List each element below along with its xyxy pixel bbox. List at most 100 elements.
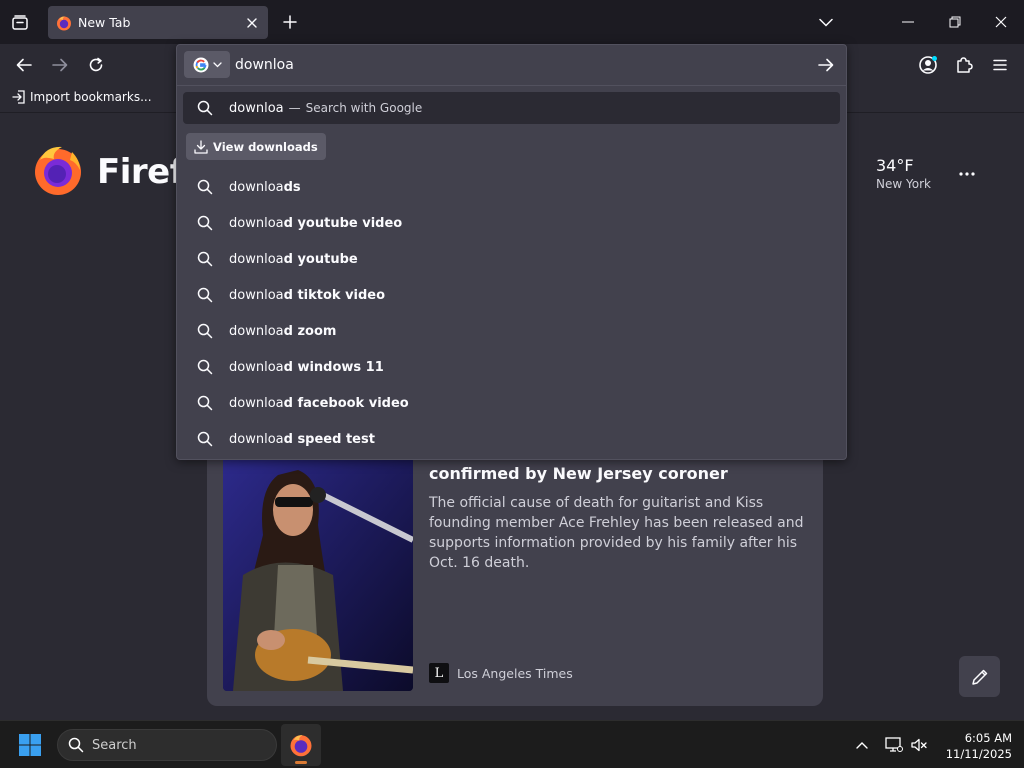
taskbar-search-box[interactable]: Search xyxy=(57,729,277,761)
minimize-button[interactable] xyxy=(888,8,928,36)
firefox-icon xyxy=(57,15,71,30)
suggestion-typed: downloa xyxy=(229,287,284,303)
weather-menu-button[interactable] xyxy=(954,164,980,184)
search-icon xyxy=(197,251,213,267)
suggestion-row[interactable]: downloa d youtube xyxy=(183,243,840,275)
search-icon xyxy=(197,215,213,231)
windows-taskbar: Search 6:05 AM 11/11/2025 xyxy=(0,720,1024,768)
chevron-down-icon xyxy=(819,18,833,27)
suggestion-row[interactable]: downloa d facebook video xyxy=(183,387,840,419)
list-all-tabs-button[interactable] xyxy=(812,10,840,34)
extensions-button[interactable] xyxy=(950,51,978,79)
firefox-view-button[interactable] xyxy=(6,9,34,37)
story-source: L Los Angeles Times xyxy=(429,663,573,683)
weather-temperature[interactable]: 34°F xyxy=(876,156,914,175)
search-icon xyxy=(197,179,213,195)
story-source-name: Los Angeles Times xyxy=(457,665,573,681)
arrow-left-icon xyxy=(16,58,32,72)
story-excerpt: The official cause of death for guitaris… xyxy=(429,495,804,571)
account-icon xyxy=(919,56,937,74)
volume-muted-icon xyxy=(911,738,927,752)
search-icon xyxy=(197,359,213,375)
urlbar-popup: downloa — Search with Google View downlo… xyxy=(176,44,847,460)
windows-start-icon[interactable] xyxy=(18,733,42,757)
pencil-icon xyxy=(971,669,987,685)
suggestion-typed: downloa xyxy=(229,359,284,375)
arrow-right-icon xyxy=(52,58,68,72)
import-bookmarks-button[interactable]: Import bookmarks... xyxy=(12,90,152,104)
firefox-logo-icon xyxy=(35,146,81,195)
import-icon xyxy=(12,90,25,104)
plus-icon xyxy=(283,15,297,29)
reload-button[interactable] xyxy=(82,51,110,79)
suggestion-completion: d windows 11 xyxy=(283,359,384,375)
network-tray-button[interactable] xyxy=(883,734,905,756)
tab-new-tab[interactable]: New Tab xyxy=(48,6,268,39)
view-downloads-label: View downloads xyxy=(213,139,318,154)
suggestion-completion: d zoom xyxy=(283,323,337,339)
chevron-down-icon xyxy=(212,61,222,67)
search-icon xyxy=(197,323,213,339)
go-button[interactable] xyxy=(814,53,838,77)
suggestion-typed: downloa xyxy=(229,179,284,195)
search-icon xyxy=(68,737,84,753)
customize-button[interactable] xyxy=(959,656,1000,697)
show-hidden-icons-button[interactable] xyxy=(851,734,873,756)
account-button[interactable] xyxy=(914,51,942,79)
search-engine-button[interactable] xyxy=(184,51,230,78)
los-angeles-times-logo-icon: L xyxy=(429,663,449,683)
taskbar-search-label: Search xyxy=(92,737,137,753)
new-tab-button[interactable] xyxy=(278,10,302,34)
taskbar-clock[interactable]: 6:05 AM 11/11/2025 xyxy=(936,730,1012,762)
suggestion-completion: d youtube xyxy=(283,251,358,267)
suggestion-row[interactable]: downloa d tiktok video xyxy=(183,279,840,311)
search-icon xyxy=(197,395,213,411)
firefox-icon xyxy=(290,735,312,757)
url-input[interactable] xyxy=(235,53,795,77)
arrow-right-icon xyxy=(818,58,834,72)
google-icon xyxy=(193,57,208,72)
close-icon xyxy=(995,16,1007,28)
suggestion-completion: ds xyxy=(283,179,301,195)
back-button[interactable] xyxy=(10,51,38,79)
suggestion-completion: d facebook video xyxy=(283,395,409,411)
volume-tray-button[interactable] xyxy=(908,734,930,756)
more-horizontal-icon xyxy=(959,172,975,176)
story-card[interactable]: confirmed by New Jersey coroner The offi… xyxy=(207,439,823,706)
weather-city[interactable]: New York xyxy=(876,177,931,191)
search-action: Search with Google xyxy=(305,101,423,115)
search-with-google-row[interactable]: downloa — Search with Google xyxy=(183,92,840,124)
suggestion-row[interactable]: downloa d windows 11 xyxy=(183,351,840,383)
firefox-view-icon xyxy=(12,15,28,30)
view-downloads-button[interactable]: View downloads xyxy=(186,133,326,160)
restore-button[interactable] xyxy=(935,8,975,36)
suggestion-typed: downloa xyxy=(229,215,284,231)
search-icon xyxy=(197,431,213,447)
search-separator: — xyxy=(288,101,301,115)
app-menu-button[interactable] xyxy=(986,51,1014,79)
hamburger-icon xyxy=(993,59,1007,71)
network-icon xyxy=(885,737,903,752)
suggestion-row[interactable]: downloa ds xyxy=(183,171,840,203)
tab-title: New Tab xyxy=(78,15,131,30)
clock-date: 11/11/2025 xyxy=(945,747,1012,761)
forward-button[interactable] xyxy=(46,51,74,79)
suggestion-row[interactable]: downloa d youtube video xyxy=(183,207,840,239)
suggestion-row[interactable]: downloa d zoom xyxy=(183,315,840,347)
search-icon xyxy=(197,287,213,303)
suggestion-typed: downloa xyxy=(229,431,284,447)
puzzle-icon xyxy=(957,57,973,73)
tab-strip: New Tab xyxy=(0,0,1024,44)
suggestion-typed: downloa xyxy=(229,395,284,411)
taskbar-firefox-app[interactable] xyxy=(281,724,321,766)
story-title[interactable]: confirmed by New Jersey coroner xyxy=(429,463,809,484)
search-icon xyxy=(197,100,213,116)
suggestion-row[interactable]: downloa d speed test xyxy=(183,423,840,455)
tab-close-button[interactable] xyxy=(243,14,260,31)
popup-divider xyxy=(177,85,846,86)
download-icon xyxy=(194,139,208,154)
suggestion-typed: downloa xyxy=(229,323,284,339)
reload-icon xyxy=(89,57,103,72)
suggestion-completion: d tiktok video xyxy=(283,287,386,303)
close-window-button[interactable] xyxy=(981,8,1021,36)
